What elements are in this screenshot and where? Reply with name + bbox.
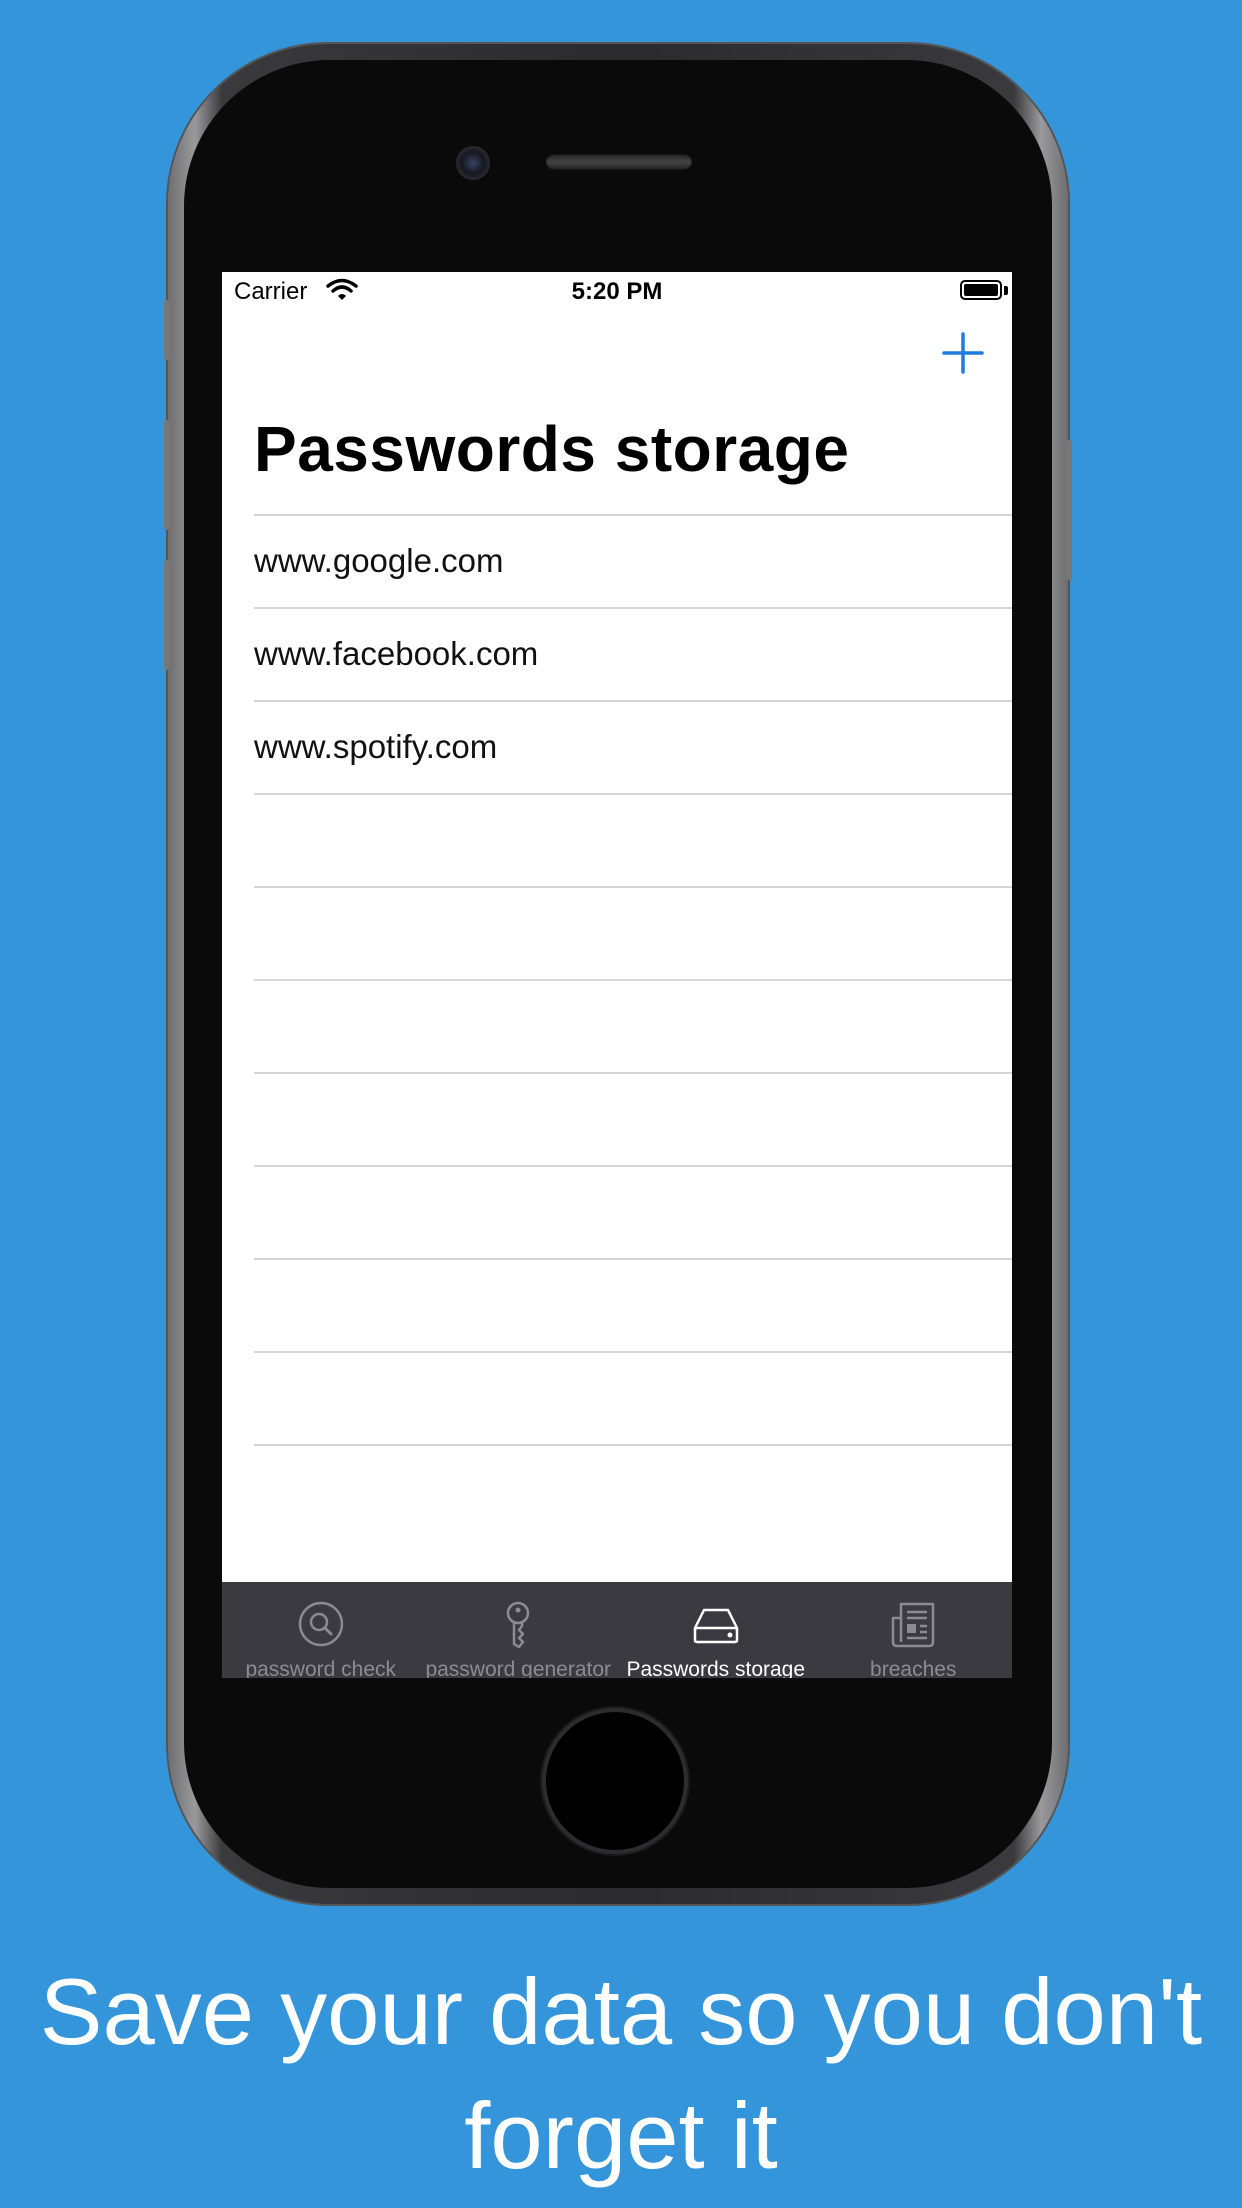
tab-breaches[interactable]: breaches xyxy=(815,1582,1013,1678)
volume-down-button xyxy=(164,560,170,670)
battery-icon xyxy=(960,280,1002,300)
status-time: 5:20 PM xyxy=(571,278,663,305)
tab-password-generator[interactable]: password generator xyxy=(420,1582,618,1678)
tab-passwords-storage[interactable]: Passwords storage xyxy=(617,1582,815,1678)
tab-label: password check xyxy=(245,1658,397,1678)
hard-drive-icon xyxy=(693,1608,738,1644)
app-screen: Carrier 5:20 PM Passwords storage www.go… xyxy=(222,272,1012,1678)
plus-icon[interactable] xyxy=(940,330,986,376)
tab-label: breaches xyxy=(870,1658,957,1678)
front-camera xyxy=(456,146,490,180)
tab-label: Passwords storage xyxy=(626,1658,806,1678)
promo-caption: Save your data so you don't forget it xyxy=(39,1959,1203,2188)
silent-switch xyxy=(164,300,170,360)
key-icon xyxy=(507,1601,530,1648)
list-item xyxy=(254,979,1012,1072)
list-item[interactable]: www.facebook.com xyxy=(254,607,1012,700)
tab-password-check[interactable]: password check xyxy=(222,1582,420,1678)
tab-label: password generator xyxy=(425,1658,612,1678)
page-title: Passwords storage xyxy=(254,413,850,485)
list-item[interactable]: www.spotify.com xyxy=(254,700,1012,793)
status-bar: Carrier 5:20 PM xyxy=(222,272,1012,312)
magnifier-icon xyxy=(298,1601,343,1647)
list-item xyxy=(254,1258,1012,1351)
tab-bar: password check password generator Passwo… xyxy=(222,1582,1012,1678)
volume-up-button xyxy=(164,420,170,530)
newspaper-icon xyxy=(892,1602,935,1648)
list-item xyxy=(254,1351,1012,1444)
list-item xyxy=(254,1165,1012,1258)
power-button xyxy=(1066,440,1072,580)
list-item[interactable]: www.google.com xyxy=(254,514,1012,607)
list-item xyxy=(254,1444,1012,1537)
earpiece-speaker xyxy=(546,154,692,170)
password-list: www.google.com www.facebook.com www.spot… xyxy=(254,514,1012,1537)
battery-tip xyxy=(1004,286,1008,295)
list-item xyxy=(254,1072,1012,1165)
list-item xyxy=(254,793,1012,886)
home-button[interactable] xyxy=(546,1712,684,1850)
list-item xyxy=(254,886,1012,979)
